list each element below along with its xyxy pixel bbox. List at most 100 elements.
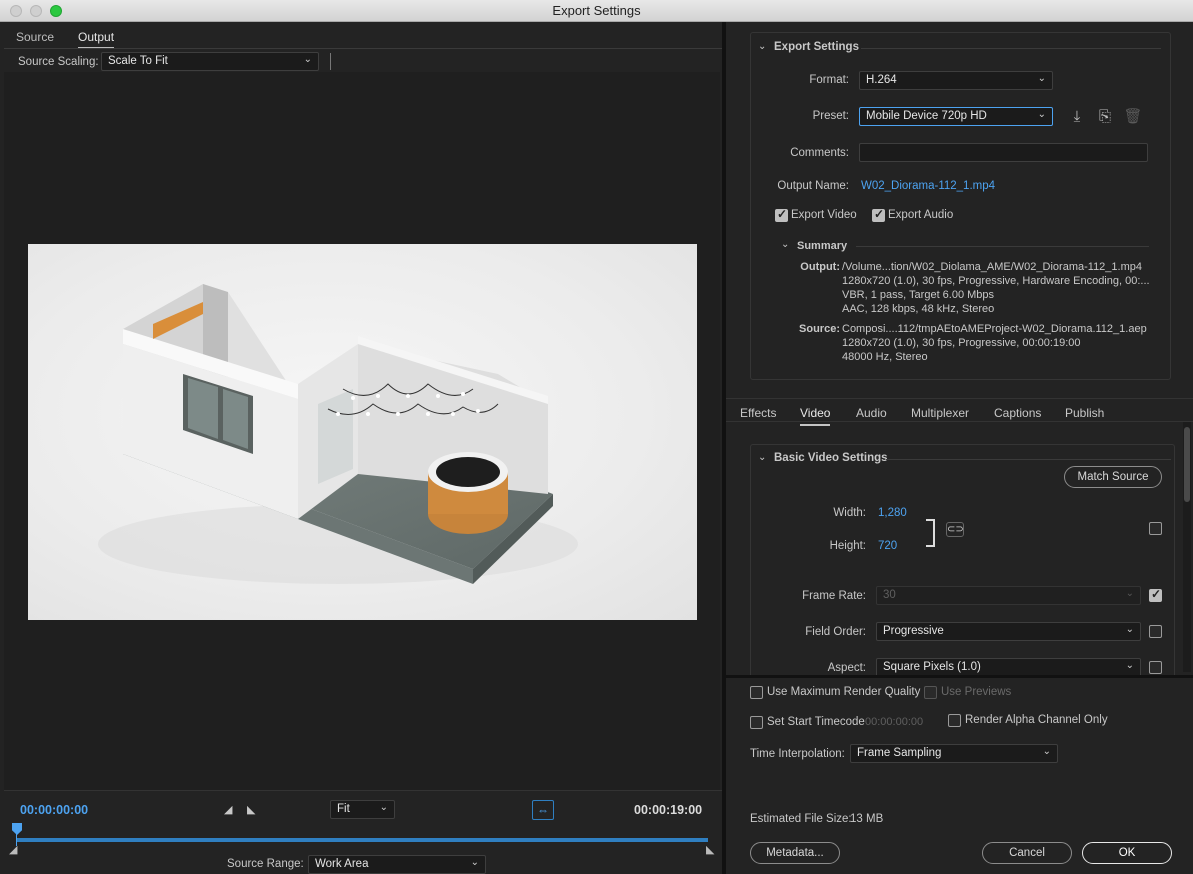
output-name-label: Output Name: (777, 180, 849, 192)
out-point-marker-icon[interactable]: ◣ (706, 843, 714, 856)
use-previews-checkbox[interactable] (924, 686, 937, 699)
delete-preset-icon[interactable]: 🗑 (1123, 107, 1143, 127)
header-rule (861, 48, 1161, 49)
zoom-level-value: Fit (337, 803, 350, 815)
summary-source-label: Source: (799, 323, 840, 335)
start-timecode-field[interactable]: 00:00:00:00 (865, 716, 923, 728)
chevron-down-icon[interactable]: ⌄ (758, 41, 766, 52)
chevron-down-icon: ⌄ (303, 54, 312, 65)
source-range-dropdown[interactable]: Work Area ⌄ (308, 855, 486, 874)
tab-source[interactable]: Source (16, 30, 54, 44)
time-interpolation-label: Time Interpolation: (750, 748, 845, 760)
set-start-timecode-label: Set Start Timecode (767, 716, 865, 728)
summary-output-label: Output: (800, 261, 840, 273)
chevron-down-icon: ⌄ (1125, 624, 1134, 635)
import-preset-icon[interactable]: ⎘ (1095, 107, 1115, 127)
height-value[interactable]: 720 (878, 540, 897, 552)
time-interpolation-dropdown[interactable]: Frame Sampling ⌄ (850, 744, 1058, 763)
aspect-override-checkbox[interactable] (1149, 661, 1162, 674)
max-render-quality-checkbox[interactable] (750, 686, 763, 699)
max-render-quality-label: Use Maximum Render Quality (767, 686, 921, 698)
format-label: Format: (809, 74, 849, 86)
preset-label: Preset: (812, 110, 849, 122)
source-range-value: Work Area (315, 858, 369, 870)
chevron-down-icon: ⌄ (470, 857, 479, 868)
chevron-down-icon: ⌄ (1037, 109, 1046, 120)
aspect-correction-icon[interactable]: ⇔ (532, 800, 554, 820)
chevron-down-icon: ⌄ (1042, 746, 1051, 757)
chevron-down-icon: ⌄ (379, 802, 388, 813)
title-bar: Export Settings (0, 0, 1193, 22)
summary-source-line: 1280x720 (1.0), 30 fps, Progressive, 00:… (842, 337, 1081, 349)
tabs-bottom-rule (726, 421, 1193, 422)
tab-video[interactable]: Video (800, 406, 831, 426)
aspect-label: Aspect: (827, 662, 866, 674)
tab-audio[interactable]: Audio (856, 406, 887, 420)
field-order-value: Progressive (883, 625, 944, 637)
summary-output-line: 1280x720 (1.0), 30 fps, Progressive, Har… (842, 275, 1150, 287)
frame-rate-dropdown[interactable]: 30 ⌄ (876, 586, 1141, 605)
width-height-override-checkbox[interactable] (1149, 522, 1162, 535)
tab-publish[interactable]: Publish (1065, 406, 1104, 420)
bottom-section-divider (726, 675, 1193, 678)
render-alpha-checkbox[interactable] (948, 714, 961, 727)
source-scaling-label: Source Scaling: (18, 56, 99, 68)
settings-panel: ⌄ Export Settings Format: H.264 ⌄ Preset… (726, 22, 1193, 874)
export-video-checkbox[interactable] (775, 207, 788, 222)
preset-dropdown[interactable]: Mobile Device 720p HD ⌄ (859, 107, 1053, 126)
preset-value: Mobile Device 720p HD (866, 110, 987, 122)
source-range-label: Source Range: (227, 858, 304, 870)
tab-multiplexer[interactable]: Multiplexer (911, 406, 969, 420)
zoom-level-dropdown[interactable]: Fit ⌄ (330, 800, 395, 819)
tab-captions[interactable]: Captions (994, 406, 1041, 420)
export-audio-checkbox[interactable] (872, 207, 885, 222)
output-name-link[interactable]: W02_Diorama-112_1.mp4 (861, 180, 995, 192)
in-point-marker-icon[interactable]: ◢ (9, 843, 17, 856)
width-value[interactable]: 1,280 (878, 507, 907, 519)
current-timecode[interactable]: 00:00:00:00 (20, 803, 88, 817)
frame-rate-value: 30 (883, 589, 896, 601)
timeline-track[interactable] (16, 838, 708, 842)
file-size-value: 13 MB (850, 813, 884, 825)
render-alpha-label: Render Alpha Channel Only (965, 714, 1108, 726)
format-value: H.264 (866, 74, 897, 86)
set-start-timecode-checkbox[interactable] (750, 716, 763, 729)
comments-label: Comments: (790, 147, 849, 159)
link-icon[interactable]: ⊂⊃ (946, 522, 964, 537)
file-size-label: Estimated File Size: (750, 813, 852, 825)
separator (330, 53, 331, 70)
match-source-button[interactable]: Match Source (1064, 466, 1162, 488)
frame-rate-override-checkbox[interactable] (1149, 587, 1162, 602)
duration-timecode: 00:00:19:00 (634, 803, 703, 817)
source-scaling-dropdown[interactable]: Scale To Fit ⌄ (101, 52, 319, 71)
field-order-override-checkbox[interactable] (1149, 625, 1162, 638)
metadata-button[interactable]: Metadata... (750, 842, 840, 864)
chevron-down-icon: ⌄ (1125, 660, 1134, 671)
tab-output[interactable]: Output (78, 30, 115, 49)
tab-effects[interactable]: Effects (740, 406, 776, 420)
summary-source-line: 48000 Hz, Stereo (842, 351, 928, 363)
format-dropdown[interactable]: H.264 ⌄ (859, 71, 1053, 90)
export-settings-header[interactable]: Export Settings (774, 41, 859, 53)
settings-scrollbar-thumb[interactable] (1184, 427, 1190, 502)
constrain-bracket (926, 519, 935, 547)
source-scaling-value: Scale To Fit (108, 55, 168, 67)
chevron-down-icon[interactable]: ⌄ (758, 452, 766, 463)
height-label: Height: (829, 540, 866, 552)
basic-video-header[interactable]: Basic Video Settings (774, 452, 888, 464)
ok-button[interactable]: OK (1082, 842, 1172, 864)
set-in-point-icon[interactable]: ◢ (224, 803, 232, 816)
set-out-point-icon[interactable]: ◣ (247, 803, 255, 816)
video-frame-preview (28, 244, 697, 620)
cancel-button[interactable]: Cancel (982, 842, 1072, 864)
tab-divider (4, 48, 722, 49)
field-order-dropdown[interactable]: Progressive ⌄ (876, 622, 1141, 641)
basic-video-rule (886, 459, 1171, 460)
chevron-down-icon[interactable]: ⌄ (781, 239, 789, 250)
use-previews-label: Use Previews (941, 686, 1012, 698)
comments-field[interactable] (859, 143, 1148, 162)
save-preset-icon[interactable]: ⤓ (1067, 107, 1087, 127)
chevron-down-icon: ⌄ (1037, 73, 1046, 84)
summary-header[interactable]: Summary (797, 240, 847, 252)
export-audio-label: Export Audio (888, 209, 954, 221)
